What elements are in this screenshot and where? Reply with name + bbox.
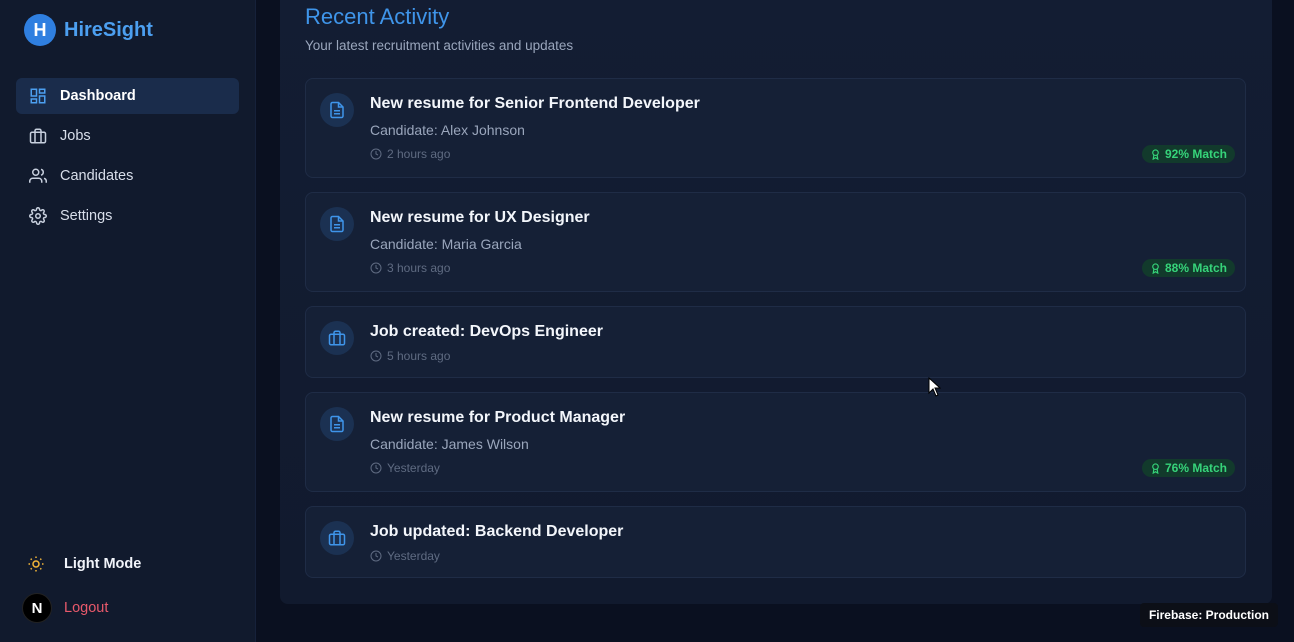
activity-time: 2 hours ago xyxy=(370,147,450,161)
activity-time: 5 hours ago xyxy=(370,349,450,363)
document-icon xyxy=(320,207,354,241)
sidebar: H HireSight Dashboard Jobs Candidates Se… xyxy=(0,0,256,642)
sidebar-bottom: Light Mode N Logout xyxy=(22,546,242,634)
activity-title: New resume for Product Manager xyxy=(370,409,626,426)
brand-logo: H xyxy=(24,14,56,46)
environment-badge: Firebase: Production xyxy=(1139,603,1278,627)
sidebar-item-label: Dashboard xyxy=(60,88,136,104)
activity-candidate: Candidate: James Wilson xyxy=(370,436,529,452)
sun-icon xyxy=(22,550,50,578)
logout-button[interactable]: N Logout xyxy=(22,590,242,626)
document-icon xyxy=(320,93,354,127)
activity-candidate: Candidate: Alex Johnson xyxy=(370,122,525,138)
app-root: H HireSight Dashboard Jobs Candidates Se… xyxy=(0,0,1294,642)
sidebar-item-dashboard[interactable]: Dashboard xyxy=(16,78,239,114)
clock-icon xyxy=(370,462,382,474)
match-badge: 76% Match xyxy=(1141,459,1235,477)
activity-time-text: Yesterday xyxy=(387,461,440,475)
briefcase-icon xyxy=(320,521,354,555)
activity-item[interactable]: New resume for Senior Frontend Developer… xyxy=(305,78,1246,178)
sidebar-item-label: Settings xyxy=(60,208,113,224)
activity-time-text: 3 hours ago xyxy=(387,261,451,275)
sidebar-item-settings[interactable]: Settings xyxy=(16,198,239,234)
briefcase-icon xyxy=(320,321,354,355)
light-mode-toggle[interactable]: Light Mode xyxy=(22,546,242,582)
activity-time: 3 hours ago xyxy=(370,261,450,275)
section-subtitle: Your latest recruitment activities and u… xyxy=(305,38,574,53)
activity-title: Job created: DevOps Engineer xyxy=(370,323,603,340)
sidebar-nav: Dashboard Jobs Candidates Settings xyxy=(16,78,239,238)
activity-item[interactable]: Job updated: Backend Developer Yesterday xyxy=(305,506,1246,578)
match-text: 92% Match xyxy=(1164,147,1227,161)
activity-time-text: 2 hours ago xyxy=(387,147,451,161)
activity-title: New resume for Senior Frontend Developer xyxy=(370,95,700,112)
avatar: N xyxy=(22,593,52,623)
activity-item[interactable]: New resume for UX Designer Candidate: Ma… xyxy=(305,192,1246,292)
activity-time-text: Yesterday xyxy=(387,549,440,563)
award-icon xyxy=(1150,462,1161,474)
logout-label: Logout xyxy=(64,600,109,616)
sidebar-item-jobs[interactable]: Jobs xyxy=(16,118,239,154)
briefcase-icon xyxy=(28,126,48,146)
activity-time-text: 5 hours ago xyxy=(387,349,451,363)
gear-icon xyxy=(28,206,48,226)
match-badge: 92% Match xyxy=(1141,145,1235,163)
recent-activity-panel: Recent Activity Your latest recruitment … xyxy=(280,0,1272,604)
activity-title: Job updated: Backend Developer xyxy=(370,523,624,540)
activity-item[interactable]: Job created: DevOps Engineer 5 hours ago xyxy=(305,306,1246,378)
sidebar-item-candidates[interactable]: Candidates xyxy=(16,158,239,194)
dashboard-icon xyxy=(28,86,48,106)
light-mode-label: Light Mode xyxy=(64,556,142,572)
section-title: Recent Activity xyxy=(305,4,450,29)
sidebar-item-label: Candidates xyxy=(60,168,134,184)
sidebar-item-label: Jobs xyxy=(60,128,91,144)
activity-time: Yesterday xyxy=(370,549,440,563)
users-icon xyxy=(28,166,48,186)
activity-title: New resume for UX Designer xyxy=(370,209,590,226)
mouse-cursor-icon xyxy=(928,376,942,402)
document-icon xyxy=(320,407,354,441)
match-badge: 88% Match xyxy=(1141,259,1235,277)
match-text: 76% Match xyxy=(1164,461,1227,475)
award-icon xyxy=(1150,262,1161,274)
clock-icon xyxy=(370,262,382,274)
activity-time: Yesterday xyxy=(370,461,440,475)
match-text: 88% Match xyxy=(1164,261,1227,275)
activity-candidate: Candidate: Maria Garcia xyxy=(370,236,522,252)
brand[interactable]: H HireSight xyxy=(24,14,153,46)
clock-icon xyxy=(370,350,382,362)
clock-icon xyxy=(370,550,382,562)
activity-item[interactable]: New resume for Product Manager Candidate… xyxy=(305,392,1246,492)
award-icon xyxy=(1150,148,1161,160)
clock-icon xyxy=(370,148,382,160)
brand-name: HireSight xyxy=(64,18,153,41)
